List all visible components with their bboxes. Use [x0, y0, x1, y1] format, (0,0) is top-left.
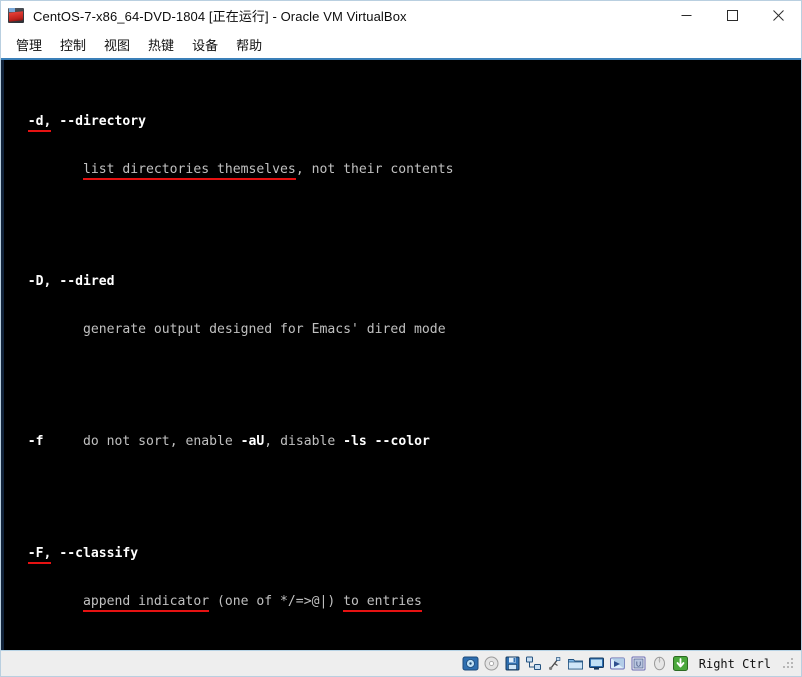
- svg-text:U: U: [636, 662, 641, 669]
- mouse-icon[interactable]: [651, 655, 668, 672]
- maximize-icon: [726, 10, 738, 21]
- man-entry-description: generate output designed for Emacs' dire…: [82, 322, 446, 337]
- menu-item-manage[interactable]: 管理: [7, 32, 51, 57]
- blank-row: [12, 642, 801, 650]
- man-entry-option: -D, --dired: [27, 274, 115, 289]
- man-entry-option: -f do not sort, enable -aU, disable -ls …: [27, 434, 430, 449]
- window-title: CentOS-7-x86_64-DVD-1804 [正在运行] - Oracle…: [33, 9, 407, 24]
- floppy-disk-icon[interactable]: [504, 655, 521, 672]
- window-controls: [663, 1, 801, 30]
- menu-item-devices[interactable]: 设备: [183, 32, 227, 57]
- blank-row: [12, 370, 801, 386]
- status-icon-group: U Right Ctrl: [462, 655, 795, 672]
- video-capture-icon[interactable]: [609, 655, 626, 672]
- menu-item-help[interactable]: 帮助: [227, 32, 271, 57]
- display-icon[interactable]: [588, 655, 605, 672]
- annot-underline-list-directories: list directories themselves: [82, 162, 296, 177]
- man-entry-option: -F, --classify: [27, 546, 139, 561]
- annot-underline-append-indicator: append indicator: [82, 594, 210, 609]
- optical-disk-icon[interactable]: [483, 655, 500, 672]
- shared-folders-icon[interactable]: [567, 655, 584, 672]
- menu-item-view[interactable]: 视图: [95, 32, 139, 57]
- menu-bar: 管理 控制 视图 热键 设备 帮助: [1, 30, 801, 60]
- minimize-icon: [681, 15, 691, 16]
- resize-grip-icon[interactable]: [783, 657, 795, 670]
- man-entry-option: -d, --directory: [27, 114, 147, 129]
- hard-disk-icon[interactable]: [462, 655, 479, 672]
- vbox-status-bar: U Right Ctrl: [1, 650, 801, 676]
- close-icon: [772, 10, 784, 21]
- man-entry-description: list directories themselves, not their c…: [82, 162, 454, 177]
- minimize-button[interactable]: [663, 1, 709, 30]
- usb-icon[interactable]: [546, 655, 563, 672]
- title-bar: CentOS-7-x86_64-DVD-1804 [正在运行] - Oracle…: [1, 1, 801, 30]
- terminal-output: -d, --directory list directories themsel…: [4, 60, 801, 650]
- close-button[interactable]: [755, 1, 801, 30]
- maximize-button[interactable]: [709, 1, 755, 30]
- annot-underline-F: -F,: [27, 546, 52, 561]
- host-key-label: Right Ctrl: [698, 656, 771, 671]
- menu-item-hotkey[interactable]: 热键: [139, 32, 183, 57]
- man-entry-description: append indicator (one of */=>@|) to entr…: [82, 594, 422, 609]
- menu-item-control[interactable]: 控制: [51, 32, 95, 57]
- centos-vm-icon: [8, 7, 25, 24]
- annot-underline-d: -d,: [27, 114, 52, 129]
- vm-display[interactable]: -d, --directory list directories themsel…: [1, 60, 801, 650]
- annot-underline-to-entries: to entries: [343, 594, 422, 609]
- virtualbox-window: CentOS-7-x86_64-DVD-1804 [正在运行] - Oracle…: [0, 0, 802, 677]
- blank-row: [12, 482, 801, 498]
- network-icon[interactable]: [525, 655, 542, 672]
- remote-desktop-icon[interactable]: U: [630, 655, 647, 672]
- blank-row: [12, 210, 801, 226]
- host-key-icon[interactable]: [672, 655, 689, 672]
